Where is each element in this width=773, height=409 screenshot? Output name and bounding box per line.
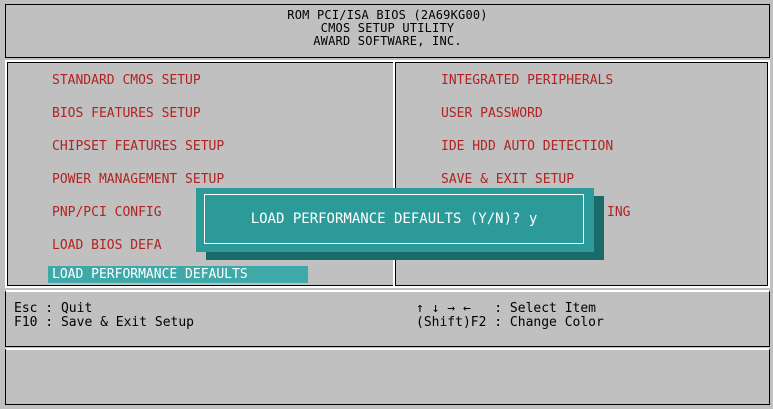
menu-item-save-and-exit-setup[interactable]: SAVE & EXIT SETUP [437,171,578,188]
vendor-name: AWARD SOFTWARE, INC. [313,34,462,48]
menu-item-load-bios-defaults[interactable]: LOAD BIOS DEFA [48,237,166,254]
dialog-border: LOAD PERFORMANCE DEFAULTS (Y/N)? y [204,194,584,244]
help-esc-quit: Esc : Quit [14,301,93,316]
help-select-item: ↑ ↓ → ← : Select Item [416,301,597,316]
help-change-color: (Shift)F2 : Change Color [416,315,604,330]
menu-item-chipset-features-setup[interactable]: CHIPSET FEATURES SETUP [48,138,228,155]
menu-item-integrated-peripherals[interactable]: INTEGRATED PERIPHERALS [437,72,617,89]
menu-item-partial-hidden[interactable]: ING [603,204,634,221]
dialog-prompt[interactable]: LOAD PERFORMANCE DEFAULTS (Y/N)? y [205,195,583,243]
bios-header: ROM PCI/ISA BIOS (2A69KG00) CMOS SETUP U… [5,4,770,58]
menu-item-standard-cmos-setup[interactable]: STANDARD CMOS SETUP [48,72,205,89]
bios-screen: ROM PCI/ISA BIOS (2A69KG00) CMOS SETUP U… [0,0,773,409]
menu-item-pnp-pci-config[interactable]: PNP/PCI CONFIG [48,204,166,221]
menu-item-load-performance-defaults[interactable]: LOAD PERFORMANCE DEFAULTS [48,266,308,283]
confirm-dialog[interactable]: LOAD PERFORMANCE DEFAULTS (Y/N)? y [196,188,594,252]
menu-item-power-management-setup[interactable]: POWER MANAGEMENT SETUP [48,171,228,188]
help-f10-save-exit: F10 : Save & Exit Setup [14,315,195,330]
help-panel: Esc : Quit F10 : Save & Exit Setup ↑ ↓ →… [5,290,770,347]
menu-item-user-password[interactable]: USER PASSWORD [437,105,547,122]
menu-item-bios-features-setup[interactable]: BIOS FEATURES SETUP [48,105,205,122]
status-panel [5,348,770,405]
menu-item-ide-hdd-auto-detection[interactable]: IDE HDD AUTO DETECTION [437,138,617,155]
